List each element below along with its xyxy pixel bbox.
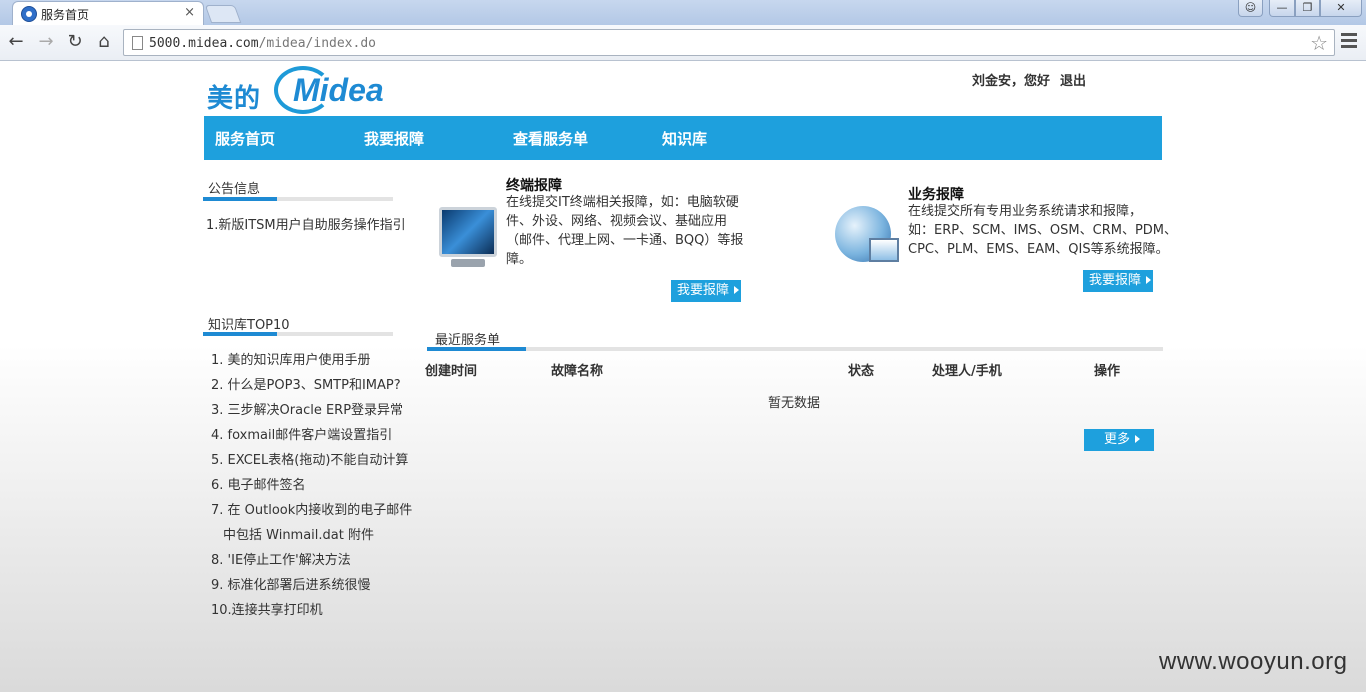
- more-button[interactable]: 更多: [1084, 429, 1154, 451]
- url-host: 5000.midea.com: [149, 36, 259, 51]
- arrow-right-icon: [1146, 275, 1152, 284]
- logo-en-text: Midea: [293, 72, 384, 108]
- kb-item[interactable]: 8. 'IE停止工作'解决方法: [211, 548, 412, 573]
- terminal-desc-line: 在线提交IT终端相关报障，如：电脑软硬: [506, 195, 739, 210]
- address-bar[interactable]: 5000.midea.com/midea/index.do ☆: [123, 29, 1335, 56]
- column-header-fault: 故障名称: [551, 364, 604, 379]
- forward-arrow-icon[interactable]: →: [34, 31, 58, 55]
- kb-item[interactable]: 3. 三步解决Oracle ERP登录异常: [211, 398, 412, 423]
- kb-item[interactable]: 4. foxmail邮件客户端设置指引: [211, 423, 412, 448]
- kb-item[interactable]: 9. 标准化部署后进系统很慢: [211, 573, 412, 598]
- logout-link[interactable]: 退出: [1060, 70, 1086, 89]
- terminal-report-button[interactable]: 我要报障: [671, 280, 741, 302]
- business-desc-line: 在线提交所有专用业务系统请求和报障，: [908, 204, 1143, 219]
- nav-item-tickets[interactable]: 查看服务单: [513, 128, 588, 149]
- business-report-label: 我要报障: [1089, 273, 1142, 288]
- browser-menu-icon[interactable]: [1341, 33, 1357, 53]
- bookmark-star-icon[interactable]: ☆: [1310, 31, 1328, 55]
- terminal-desc-line: （邮件、代理上网、一卡通、BQQ）等报: [506, 233, 744, 248]
- user-profile-icon[interactable]: ☺: [1238, 0, 1263, 17]
- column-header-created: 创建时间: [425, 364, 478, 379]
- column-header-handler: 处理人/手机: [932, 364, 1002, 379]
- main-navigation: 服务首页 我要报障 查看服务单 知识库: [204, 116, 1162, 160]
- kb-item[interactable]: 5. EXCEL表格(拖动)不能自动计算: [211, 448, 412, 473]
- kb-list: 1. 美的知识库用户使用手册 2. 什么是POP3、SMTP和IMAP? 3. …: [211, 348, 412, 623]
- business-card-desc: 在线提交所有专用业务系统请求和报障， 如：ERP、SCM、IMS、OSM、CRM…: [908, 202, 1177, 259]
- window-close-icon[interactable]: ✕: [1320, 0, 1362, 17]
- notices-title: 公告信息: [208, 182, 261, 197]
- business-desc-line: 如：ERP、SCM、IMS、OSM、CRM、PDM、: [908, 223, 1178, 238]
- browser-titlebar: 服务首页 × ☺ — ❐ ✕: [0, 0, 1366, 25]
- kb-item[interactable]: 7. 在 Outlook内接收到的电子邮件: [211, 498, 412, 523]
- browser-toolbar: ← → ↻ ⌂ 5000.midea.com/midea/index.do ☆: [0, 25, 1366, 61]
- recent-divider: [427, 347, 1163, 351]
- url-text[interactable]: 5000.midea.com/midea/index.do: [149, 36, 376, 51]
- tab-close-icon[interactable]: ×: [184, 5, 195, 20]
- kb-item[interactable]: 1. 美的知识库用户使用手册: [211, 348, 412, 373]
- business-card-title: 业务报障: [908, 187, 964, 203]
- business-report-button[interactable]: 我要报障: [1083, 270, 1153, 292]
- arrow-right-icon: [1135, 434, 1141, 443]
- terminal-card-title: 终端报障: [506, 178, 562, 194]
- home-icon[interactable]: ⌂: [92, 31, 116, 55]
- recent-title: 最近服务单: [435, 333, 501, 348]
- url-path: /midea/index.do: [258, 36, 376, 51]
- tab-title: 服务首页: [41, 8, 90, 22]
- watermark-text: www.wooyun.org: [1159, 648, 1348, 675]
- kb-divider: [203, 332, 393, 336]
- minimize-icon[interactable]: —: [1269, 0, 1295, 17]
- page-content: 美的 Midea 刘金安，您好 退出 服务首页 我要报障 查看服务单 知识库 公…: [0, 61, 1366, 692]
- restore-icon[interactable]: ❐: [1295, 0, 1320, 17]
- more-button-label: 更多: [1104, 432, 1131, 447]
- column-header-status: 状态: [848, 364, 875, 379]
- arrow-right-icon: [734, 285, 740, 294]
- back-arrow-icon[interactable]: ←: [4, 31, 28, 55]
- logo-cn-text: 美的: [207, 84, 262, 114]
- empty-state-text: 暂无数据: [768, 396, 821, 411]
- nav-item-knowledge[interactable]: 知识库: [662, 128, 707, 149]
- terminal-desc-line: 件、外设、网络、视频会议、基础应用: [506, 214, 728, 229]
- kb-item[interactable]: 10.连接共享打印机: [211, 598, 412, 623]
- globe-network-icon: [835, 204, 903, 270]
- browser-tab[interactable]: 服务首页 ×: [12, 1, 204, 25]
- kb-title: 知识库TOP10: [208, 318, 290, 333]
- user-greeting: 刘金安，您好: [972, 74, 1051, 89]
- business-desc-line: CPC、PLM、EMS、EAM、QIS等系统报障。: [908, 242, 1169, 257]
- nav-item-report[interactable]: 我要报障: [364, 128, 424, 149]
- monitor-icon: [437, 205, 499, 271]
- favicon-icon: [21, 6, 37, 22]
- kb-item[interactable]: 6. 电子邮件签名: [211, 473, 412, 498]
- nav-item-home[interactable]: 服务首页: [215, 128, 275, 149]
- kb-item-continued-text: 中包括 Winmail.dat 附件: [223, 528, 374, 543]
- notice-item[interactable]: 1.新版ITSM用户自助服务操作指引: [206, 214, 406, 233]
- kb-item[interactable]: 2. 什么是POP3、SMTP和IMAP?: [211, 373, 412, 398]
- page-icon: [132, 36, 143, 50]
- midea-logo[interactable]: 美的 Midea: [207, 64, 402, 116]
- column-header-action: 操作: [1094, 364, 1121, 379]
- notices-divider: [203, 197, 393, 201]
- terminal-report-label: 我要报障: [677, 283, 730, 298]
- kb-item-continued[interactable]: 中包括 Winmail.dat 附件: [211, 523, 412, 548]
- new-tab-button[interactable]: [204, 5, 242, 23]
- reload-icon[interactable]: ↻: [63, 31, 87, 55]
- terminal-card-desc: 在线提交IT终端相关报障，如：电脑软硬 件、外设、网络、视频会议、基础应用 （邮…: [506, 193, 743, 269]
- terminal-desc-line: 障。: [506, 252, 533, 267]
